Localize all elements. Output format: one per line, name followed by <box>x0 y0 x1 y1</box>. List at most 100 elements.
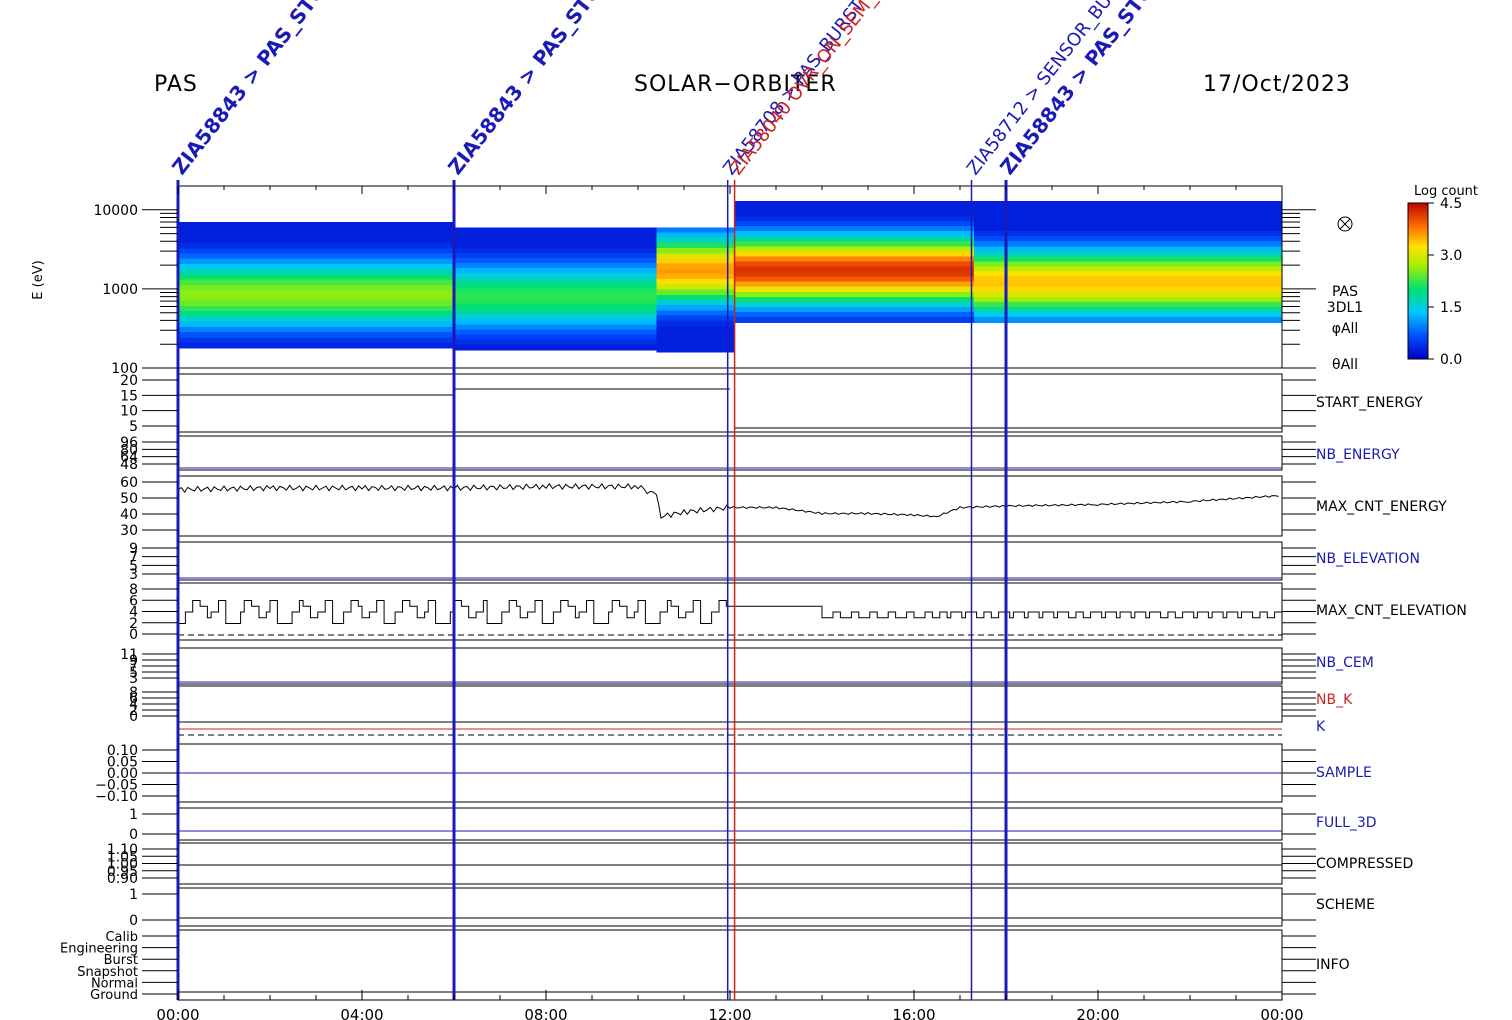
spectrogram-side-label: φAll <box>1332 321 1359 337</box>
spectrogram-cell-2-15 <box>656 305 735 311</box>
panel-frame-nb_k <box>177 685 1283 723</box>
panel-label-max_cnt_energy: MAX_CNT_ENERGY <box>1316 499 1447 515</box>
spectrogram-cell-0-21 <box>178 332 454 338</box>
spectrogram-cell-3-21 <box>734 307 974 313</box>
plot-area: 100100010000E (eV) PAS3DL1φAllθAllSTART_E… <box>31 0 1478 1020</box>
spectrogram-cell-3-1 <box>734 205 974 212</box>
spectrogram-cell-1-18 <box>454 319 657 325</box>
panel-frame-start_energy <box>177 373 1283 433</box>
spectrogram-cell-0-15 <box>178 300 454 307</box>
spectrogram-cell-2-16 <box>656 310 735 317</box>
panel-label-start_energy: START_ENERGY <box>1316 395 1423 411</box>
spectrogram-cell-2-0 <box>656 227 735 234</box>
spectrogram-cell-4-6 <box>973 231 1282 237</box>
panel-frame-nb_cem <box>177 647 1283 685</box>
panel-tick-label: 0.90 <box>107 871 138 887</box>
panel-tick-label: 3 <box>129 567 138 583</box>
spectrogram-cell-0-2 <box>178 232 454 239</box>
spectrogram-cell-1-22 <box>454 339 657 346</box>
spectrogram-cell-1-13 <box>454 293 657 300</box>
spectrogram-cell-0-0 <box>178 222 454 228</box>
max-cnt-elevation-series <box>177 600 1282 624</box>
spectrogram-cell-4-16 <box>973 281 1282 288</box>
panel-label-info: INFO <box>1316 957 1350 973</box>
spectrogram-cell-3-11 <box>734 256 974 263</box>
spectrogram-cell-1-15 <box>454 303 657 310</box>
panel-tick-label: 1 <box>129 807 138 823</box>
spectrogram-cell-3-9 <box>734 246 974 252</box>
spectrogram-cell-4-7 <box>973 236 1282 242</box>
spectrogram-cell-1-1 <box>454 232 657 239</box>
spectrogram-cell-0-23 <box>178 342 454 349</box>
spectrogram-cell-4-14 <box>973 271 1282 278</box>
time-tick-label: 08:00 <box>524 1006 567 1020</box>
spectrogram-cell-1-2 <box>454 237 657 244</box>
spectrogram-cell-3-17 <box>734 286 974 293</box>
e-tick-label-10000: 10000 <box>93 203 138 219</box>
panel-label-k: K <box>1316 719 1326 735</box>
panel-tick-label: 15 <box>120 388 138 404</box>
event-annotation: ZIA58040 OVR_ON_SEM_NOT <box>726 0 905 179</box>
panel-tick-label: 5 <box>129 419 138 435</box>
panel-tick-label: 60 <box>120 475 138 491</box>
spectrogram-cell-4-13 <box>973 266 1282 273</box>
spectrogram-cell-4-15 <box>973 276 1282 283</box>
spectrogram-cell-2-13 <box>656 294 735 301</box>
spectrogram-cell-1-21 <box>454 334 657 341</box>
spectrogram-cell-4-22 <box>973 312 1282 318</box>
spectrogram-cell-3-2 <box>734 210 974 217</box>
spectrogram-cell-4-8 <box>973 241 1282 247</box>
panel-label-compressed: COMPRESSED <box>1316 856 1413 872</box>
spectrogram-cell-1-3 <box>454 242 657 249</box>
spectrogram-cell-4-1 <box>973 205 1282 212</box>
spectrogram-cell-2-22 <box>656 341 735 348</box>
spectrogram-cell-4-19 <box>973 296 1282 303</box>
panel-label-sample: SAMPLE <box>1316 765 1372 781</box>
spectrogram-cell-2-23 <box>656 346 735 353</box>
spectrogram-cell-1-9 <box>454 273 657 279</box>
spectrogram-cell-4-21 <box>973 307 1282 313</box>
spectrogram-cell-0-4 <box>178 243 454 249</box>
spectrogram-cell-2-8 <box>656 268 735 275</box>
e-axis-label: E (eV) <box>31 260 46 299</box>
spectrogram-cell-1-19 <box>454 324 657 330</box>
panel-tick-label: 20 <box>120 373 138 389</box>
panel-frame-full_3d <box>177 807 1283 841</box>
spectrogram-cell-3-19 <box>734 296 974 303</box>
spectrogram-cell-4-0 <box>973 200 1282 207</box>
panel-tick-label: 40 <box>120 507 138 523</box>
spectrogram-cell-3-22 <box>734 312 974 318</box>
panel-frame-info <box>177 929 1283 1001</box>
colorbar-gradient <box>1407 202 1429 360</box>
panel-label-nb_energy: NB_ENERGY <box>1316 447 1400 463</box>
spectrogram-cell-2-20 <box>656 331 735 337</box>
spectrogram-cell-0-11 <box>178 279 454 286</box>
spectrogram-cell-1-20 <box>454 329 657 336</box>
spectrogram-cell-0-10 <box>178 274 454 281</box>
spectrogram-cell-2-6 <box>656 258 735 265</box>
spectrogram-cell-2-12 <box>656 289 735 296</box>
spectrogram-cell-0-13 <box>178 290 454 296</box>
panel-label-nb_elevation: NB_ELEVATION <box>1316 551 1420 567</box>
spectrogram-cell-0-9 <box>178 269 454 275</box>
spectrogram-cell-1-6 <box>454 258 657 264</box>
spectrogram-cell-1-23 <box>454 344 657 351</box>
panel-label-max_cnt_elevation: MAX_CNT_ELEVATION <box>1316 603 1467 619</box>
time-tick-label: 04:00 <box>340 1006 383 1020</box>
spectrogram-cell-2-2 <box>656 237 735 244</box>
spectrogram-cell-1-5 <box>454 252 657 259</box>
spectrogram-cell-0-7 <box>178 258 454 265</box>
spectrogram-cell-2-10 <box>656 279 735 285</box>
spectrogram-cell-3-18 <box>734 291 974 298</box>
time-tick-label: 00:00 <box>156 1006 199 1020</box>
spectrogram-cell-0-12 <box>178 284 454 291</box>
start-energy-line <box>178 388 1282 429</box>
colorbar-tick-label: 3.0 <box>1440 248 1462 264</box>
spectrogram-cell-4-11 <box>973 256 1282 263</box>
spectrogram-cell-1-14 <box>454 298 657 305</box>
panel-label-nb_k: NB_K <box>1316 692 1353 708</box>
spectrogram-cell-4-3 <box>973 216 1282 222</box>
spectrogram-cell-0-1 <box>178 227 454 234</box>
spectrogram-cell-1-7 <box>454 263 657 269</box>
spectrogram-cell-1-4 <box>454 247 657 254</box>
